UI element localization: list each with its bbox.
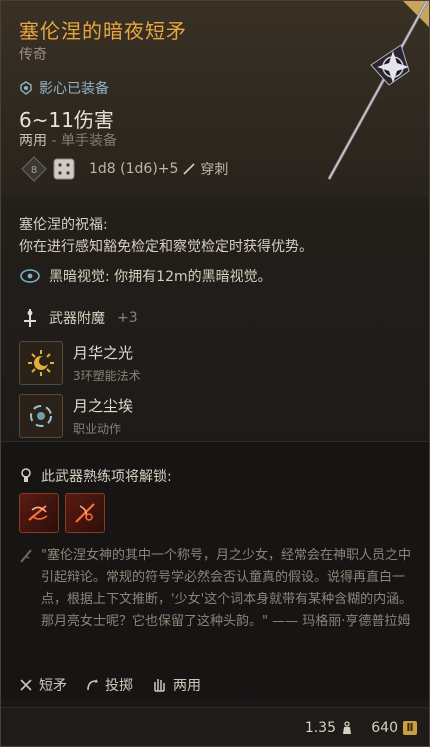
weight-icon bbox=[343, 721, 351, 734]
weapon-properties: 短矛 投掷 两用 bbox=[19, 675, 201, 695]
property-thrown: 投掷 bbox=[85, 675, 133, 695]
darkvision-text: : 你拥有12m的黑暗视觉。 bbox=[105, 269, 272, 285]
spell-moon-dust[interactable]: 月之尘埃 职业动作 bbox=[19, 394, 133, 438]
property-label: 两用 bbox=[173, 678, 201, 694]
throw-icon bbox=[87, 679, 98, 691]
darkvision-label: 黑暗视觉 bbox=[49, 269, 105, 285]
damage-type: 穿刺 bbox=[200, 162, 229, 178]
flourish-icon[interactable] bbox=[19, 493, 59, 533]
value: 640 Ⅱ bbox=[371, 720, 417, 736]
spell-sub: 3环塑能法术 bbox=[73, 369, 141, 383]
handedness-sub: - 单手装备 bbox=[51, 133, 117, 149]
proficiency-label: 此武器熟练项将解锁: bbox=[41, 469, 172, 485]
crossed-spear-icon bbox=[20, 679, 32, 691]
section-divider bbox=[1, 441, 429, 442]
item-tooltip-card: 塞伦涅的暗夜短矛 传奇 影心已装备 6~11伤害 两用 - 单手装备 8 1d8… bbox=[0, 0, 430, 747]
item-title: 塞伦涅的暗夜短矛 bbox=[19, 19, 187, 43]
enchant-icon bbox=[24, 309, 36, 327]
dice-formula: 1d8 (1d6)+5 bbox=[89, 161, 179, 177]
hand-icon bbox=[154, 679, 165, 692]
d8-die-icon: 8 bbox=[21, 156, 47, 182]
quill-icon bbox=[20, 549, 32, 563]
moon-dust-icon bbox=[19, 394, 63, 438]
darkvision-icon bbox=[20, 269, 40, 283]
property-versatile: 两用 bbox=[151, 675, 201, 695]
damage-dice: 8 1d8 (1d6)+5 穿刺 bbox=[21, 156, 228, 182]
moon-sun-icon bbox=[19, 341, 63, 385]
property-label: 投掷 bbox=[105, 678, 133, 694]
weight-value: 1.35 bbox=[304, 720, 336, 736]
d6-die-icon bbox=[53, 158, 75, 180]
value-amount: 640 bbox=[371, 720, 398, 736]
weight: 1.35 bbox=[305, 720, 353, 736]
lacerate-icon[interactable] bbox=[65, 493, 105, 533]
property-label: 短矛 bbox=[39, 678, 67, 694]
spell-moonbeam[interactable]: 月华之光 3环塑能法术 bbox=[19, 341, 141, 385]
proficiency-unlock: 此武器熟练项将解锁: bbox=[19, 466, 172, 486]
spell-name: 月华之光 bbox=[73, 344, 134, 362]
blessing-text: 你在进行感知豁免检定和察觉检定时获得优势。 bbox=[19, 239, 313, 255]
spear-icon bbox=[327, 1, 429, 180]
attunement-label: 影心已装备 bbox=[39, 81, 109, 97]
enchant-value: +3 bbox=[117, 310, 138, 326]
item-footer: 1.35 640 Ⅱ bbox=[1, 707, 429, 746]
enchant-row: 武器附魔 +3 bbox=[19, 307, 138, 329]
property-spear: 短矛 bbox=[19, 675, 67, 695]
damage-range: 6~11伤害 bbox=[19, 108, 114, 132]
spell-name: 月之尘埃 bbox=[73, 397, 134, 415]
attunement-icon bbox=[20, 81, 32, 95]
darkvision-row: 黑暗视觉: 你拥有12m的黑暗视觉。 bbox=[19, 266, 272, 286]
attunement-status: 影心已装备 bbox=[19, 78, 109, 98]
piercing-icon bbox=[183, 163, 195, 175]
handedness: 两用 - 单手装备 bbox=[19, 130, 117, 150]
lore-quote: "塞伦涅女神的其中一个称号，月之少女，经常会在神职人员之中引起辩论。常规的符号学… bbox=[19, 545, 419, 633]
spell-sub: 职业动作 bbox=[73, 422, 122, 436]
handedness-main: 两用 bbox=[19, 133, 47, 149]
proficiency-actions bbox=[19, 493, 105, 533]
lore-text: "塞伦涅女神的其中一个称号，月之少女，经常会在神职人员之中引起辩论。常规的符号学… bbox=[41, 548, 413, 629]
item-rarity: 传奇 bbox=[19, 47, 47, 63]
unlock-icon bbox=[21, 468, 31, 482]
blessing-title: 塞伦涅的祝福: bbox=[19, 217, 108, 233]
enchant-label: 武器附魔 bbox=[49, 311, 105, 327]
gold-icon: Ⅱ bbox=[403, 721, 417, 735]
svg-text:8: 8 bbox=[31, 165, 37, 176]
